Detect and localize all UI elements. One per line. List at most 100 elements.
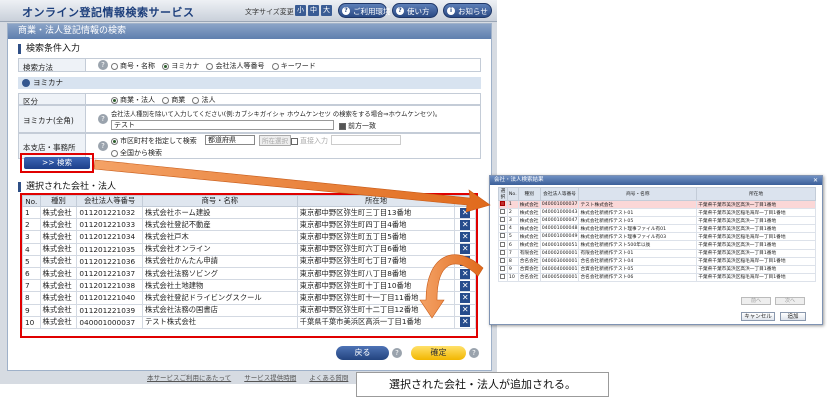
cell-name: 株式会社新規作テスト理事ファイル有03 <box>578 232 698 242</box>
select-checkbox[interactable] <box>500 209 506 215</box>
list-item[interactable]: 1 株式会社 040001000037 テスト株式会社 千葉県千葉市美浜区高浜一丁目1番… <box>498 199 816 210</box>
cell-number: 011201221040 <box>76 291 143 305</box>
prev-page-button[interactable]: 前へ <box>741 297 771 305</box>
cell-number: 040001000051 <box>539 240 580 250</box>
list-item[interactable]: 6 株式会社 040001000051 株式会社新規作テスト500年以後 千葉県千葉市美… <box>498 240 816 250</box>
office-option-nationwide[interactable]: 全国から検索 <box>111 148 162 158</box>
cell-type: 株式会社 <box>39 266 78 281</box>
search-conditions-title: 検索条件入力 <box>18 44 80 54</box>
close-icon[interactable]: ✕ <box>460 256 471 267</box>
close-icon[interactable]: ✕ <box>460 207 471 218</box>
close-icon[interactable]: ✕ <box>460 317 471 328</box>
cancel-button[interactable]: キャンセル <box>741 312 775 321</box>
howto-button-label: 使い方 <box>407 7 430 16</box>
category-option-commercial[interactable]: 商業 <box>162 96 185 104</box>
cell-number: 040004000001 <box>539 264 580 274</box>
select-checkbox[interactable] <box>500 250 506 255</box>
font-large-button[interactable]: 大 <box>321 5 332 16</box>
cell-select <box>498 264 508 274</box>
close-icon[interactable]: ✕ <box>460 219 471 230</box>
category-option-all[interactable]: 商業・法人 <box>111 96 155 104</box>
cell-no: 7 <box>506 248 519 258</box>
select-checkbox[interactable] <box>500 201 506 207</box>
table-row: 3 株式会社 011201221034 株式会社戸木 東京都中野区弥生町五丁目5番地 ✕ <box>22 230 476 244</box>
cell-type: 株式会社 <box>39 242 78 256</box>
env-button[interactable]: ? ご利用環境 <box>338 3 391 18</box>
question-icon[interactable]: ? <box>392 348 402 358</box>
method-option-name[interactable]: 商号・名称 <box>111 62 155 70</box>
howto-button[interactable]: ? 使い方 <box>392 3 438 18</box>
prefecture-select[interactable]: 都道府県 <box>205 135 255 145</box>
cell-no: 3 <box>506 216 519 226</box>
location-select-button[interactable]: 所在選択 <box>259 135 291 146</box>
font-small-button[interactable]: 小 <box>295 5 306 16</box>
cell-number: 040001000043 <box>539 208 580 218</box>
list-item[interactable]: 10 合名会社 040005000001 合名会社新規作テスト06 千葉県千葉市美浜区稲… <box>498 272 816 282</box>
footer-link-hours[interactable]: サービス提供時間 <box>244 374 296 382</box>
cell-type: 株式会社 <box>39 291 78 305</box>
close-icon[interactable]: ✕ <box>460 305 471 316</box>
list-item[interactable]: 2 株式会社 040001000043 株式会社新規作テスト01 千葉県千葉市美浜区稲毛… <box>498 208 816 218</box>
close-icon[interactable]: ✕ <box>460 231 471 242</box>
footer-links: 本サービスご利用にあたって サービス提供時間 よくある質問 <box>147 372 359 382</box>
category-option-corporate[interactable]: 法人 <box>192 96 215 104</box>
add-button[interactable]: 追加 <box>780 312 806 321</box>
close-icon[interactable]: ✕ <box>460 244 471 255</box>
search-method-label: 検索方法 <box>19 59 86 72</box>
close-icon[interactable]: ✕ <box>460 292 471 303</box>
cell-no: 1 <box>22 205 41 220</box>
cell-number: 040003000001 <box>539 256 580 266</box>
cell-no: 4 <box>506 224 519 234</box>
select-checkbox[interactable] <box>500 258 506 263</box>
cell-select <box>498 248 508 258</box>
cell-address: 千葉県千葉市美浜区稲毛海岸一丁目1番地 <box>696 256 816 266</box>
list-item[interactable]: 9 合資会社 040004000001 合資会社新規作テスト05 千葉県千葉市美浜区高浜… <box>498 264 816 274</box>
confirm-button[interactable]: 確定 <box>411 346 466 360</box>
footer-link-terms[interactable]: 本サービスご利用にあたって <box>147 374 231 382</box>
prefix-match-checkbox[interactable]: 前方一致 <box>339 121 376 131</box>
list-item[interactable]: 7 有限会社 040002000001 有限会社新規作テスト01 千葉県千葉市美浜区高浜… <box>498 248 816 258</box>
close-icon[interactable]: ✕ <box>460 280 471 291</box>
select-checkbox[interactable] <box>500 241 506 247</box>
direct-input-field[interactable] <box>331 135 401 145</box>
select-checkbox[interactable] <box>500 274 506 279</box>
font-size-label: 文字サイズ変更 <box>245 8 294 16</box>
font-medium-button[interactable]: 中 <box>308 5 319 16</box>
question-icon: ? <box>342 7 350 15</box>
question-icon[interactable]: ? <box>469 348 479 358</box>
method-option-keyword[interactable]: キーワード <box>271 62 316 70</box>
search-button[interactable]: >> 検索 <box>24 157 90 169</box>
yomikana-label: ヨミカナ(全角) <box>19 106 86 132</box>
close-icon[interactable]: ✕ <box>460 268 471 279</box>
cell-address: 東京都中野区弥生町三丁目13番地 <box>296 205 456 220</box>
direct-input-checkbox[interactable]: 直接入力 <box>291 136 328 146</box>
list-item[interactable]: 5 株式会社 040001000049 株式会社新規作テスト理事ファイル有03 千葉県千… <box>498 232 816 242</box>
dialog-table: 選択 No. 種別 会社法人等番号 商号・名称 所在地 1 株式会社 0400010… <box>498 187 816 282</box>
next-page-button[interactable]: 次へ <box>775 297 805 305</box>
yomikana-input[interactable]: テスト <box>111 120 334 130</box>
table-row: 10 株式会社 040001000037 テスト株式会社 千葉県千葉市美浜区高浜一丁目1… <box>22 315 476 329</box>
cell-select <box>498 208 508 218</box>
cell-number: 040001000047 <box>539 216 580 226</box>
back-button[interactable]: 戻る <box>336 346 389 360</box>
office-option-city[interactable]: 市区町村を指定して検索 <box>111 136 197 146</box>
footer-link-faq[interactable]: よくある質問 <box>309 374 348 382</box>
col-delete <box>454 195 476 207</box>
cell-address: 東京都中野区弥生町六丁目6番地 <box>296 242 456 256</box>
list-item[interactable]: 3 株式会社 040001000047 株式会社新規作テスト05 千葉県千葉市美浜区高浜… <box>498 216 816 226</box>
select-checkbox[interactable] <box>500 217 506 223</box>
select-checkbox[interactable] <box>500 266 506 271</box>
question-icon[interactable]: ? <box>98 114 108 124</box>
list-item[interactable]: 8 合名会社 040003000001 合名会社新規作テスト04 千葉県千葉市美浜区稲毛… <box>498 256 816 266</box>
table-row: 1 株式会社 011201221032 株式会社ホーム建設 東京都中野区弥生町三丁目13… <box>22 205 476 220</box>
select-checkbox[interactable] <box>500 225 506 231</box>
method-option-number[interactable]: 会社法人等番号 <box>206 62 264 70</box>
notice-button[interactable]: i お知らせ <box>443 3 492 18</box>
close-icon[interactable]: ✕ <box>812 177 819 184</box>
method-option-yomikana[interactable]: ヨミカナ <box>162 62 199 70</box>
question-icon[interactable]: ? <box>98 60 108 70</box>
cell-type: 株式会社 <box>39 303 78 317</box>
question-icon[interactable]: ? <box>98 141 108 151</box>
list-item[interactable]: 4 株式会社 040001000048 株式会社新規作テスト理事ファイル有01 千葉県千… <box>498 224 816 234</box>
select-checkbox[interactable] <box>500 233 506 239</box>
